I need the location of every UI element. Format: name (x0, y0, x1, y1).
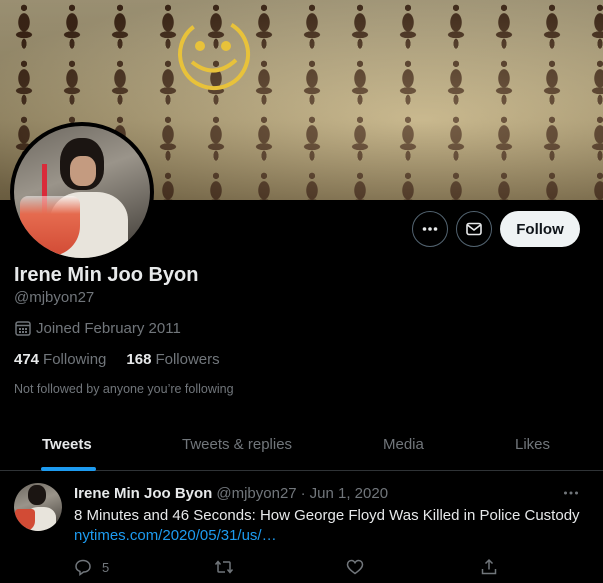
reply-count: 5 (102, 559, 110, 575)
retweet-button[interactable] (214, 558, 234, 576)
tweet-handle[interactable]: @mjbyon27 (216, 485, 296, 502)
tweet-text: 8 Minutes and 46 Seconds: How George Flo… (74, 507, 580, 524)
tab-likes[interactable]: Likes (515, 436, 550, 453)
following-label: Following (43, 351, 107, 368)
following-count: 474 (14, 351, 40, 368)
share-icon (481, 558, 497, 575)
calendar-icon (15, 321, 31, 336)
smiley-graffiti (178, 18, 250, 90)
following-link[interactable]: 474 Following (14, 351, 106, 368)
profile-name: Irene Min Joo Byon (14, 264, 199, 286)
profile-tabs: Tweets Tweets & replies Media Likes (0, 418, 603, 471)
tweet-actions: 5 (74, 558, 504, 580)
more-icon (422, 227, 438, 231)
retweet-icon (214, 560, 234, 574)
joined-text: Joined February 2011 (36, 319, 181, 337)
tweet-separator: · (300, 485, 306, 502)
tweet-avatar[interactable] (14, 483, 62, 531)
message-button[interactable] (456, 211, 492, 247)
profile-handle: @mjbyon27 (14, 289, 95, 306)
reply-button[interactable]: 5 (74, 558, 109, 576)
tweet-header: Irene Min Joo Byon @mjbyon27 · Jun 1, 20… (74, 485, 388, 502)
tweet-more-button[interactable] (560, 484, 582, 502)
follow-stats: 474 Following 168 Followers (14, 351, 220, 368)
not-followed-note: Not followed by anyone you’re following (14, 382, 234, 396)
share-button[interactable] (480, 558, 498, 576)
profile-avatar[interactable] (10, 122, 154, 262)
followers-count: 168 (126, 351, 152, 368)
active-tab-indicator (41, 467, 96, 471)
more-icon (564, 491, 578, 495)
tweet-author[interactable]: Irene Min Joo Byon (74, 485, 212, 502)
like-icon (346, 559, 364, 575)
mail-icon (466, 222, 482, 236)
reply-icon (75, 559, 91, 576)
tab-tweets[interactable]: Tweets (42, 436, 92, 453)
tweet-link[interactable]: nytimes.com/2020/05/31/us/… (74, 527, 277, 544)
tab-tweets-replies[interactable]: Tweets & replies (182, 436, 292, 453)
more-options-button[interactable] (412, 211, 448, 247)
tab-media[interactable]: Media (383, 436, 424, 453)
avatar-image (14, 126, 150, 258)
follow-button[interactable]: Follow (500, 211, 580, 247)
like-button[interactable] (346, 558, 364, 576)
tweet-date[interactable]: Jun 1, 2020 (310, 485, 388, 502)
followers-label: Followers (155, 351, 220, 368)
joined-date: Joined February 2011 (14, 319, 181, 337)
followers-link[interactable]: 168 Followers (126, 351, 219, 368)
